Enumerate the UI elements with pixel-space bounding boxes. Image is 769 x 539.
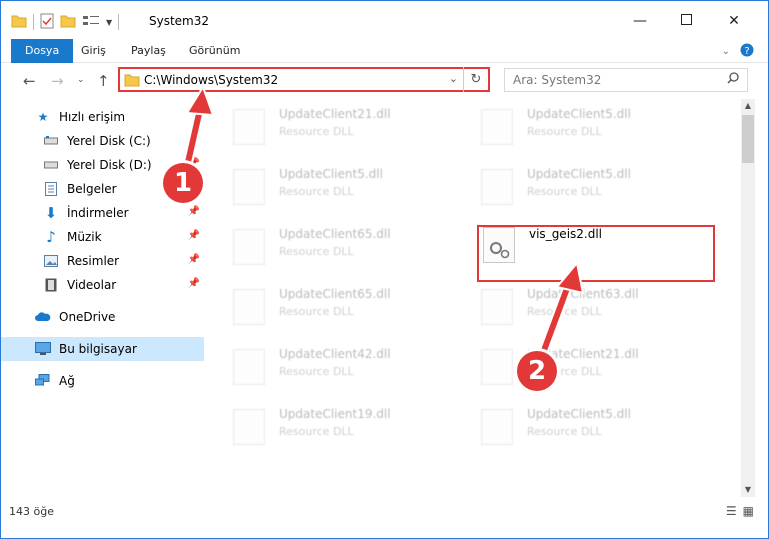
step-callout-1: 1 <box>163 163 203 203</box>
annotation-arrows <box>181 84 585 355</box>
explorer-window: ▼ System32 — ✕ Dosya Giriş Paylaş Görünü… <box>0 0 769 539</box>
arrow-to-address-bar <box>181 84 215 173</box>
arrow-to-dll-file <box>538 260 585 355</box>
step-callout-2: 2 <box>517 351 557 391</box>
